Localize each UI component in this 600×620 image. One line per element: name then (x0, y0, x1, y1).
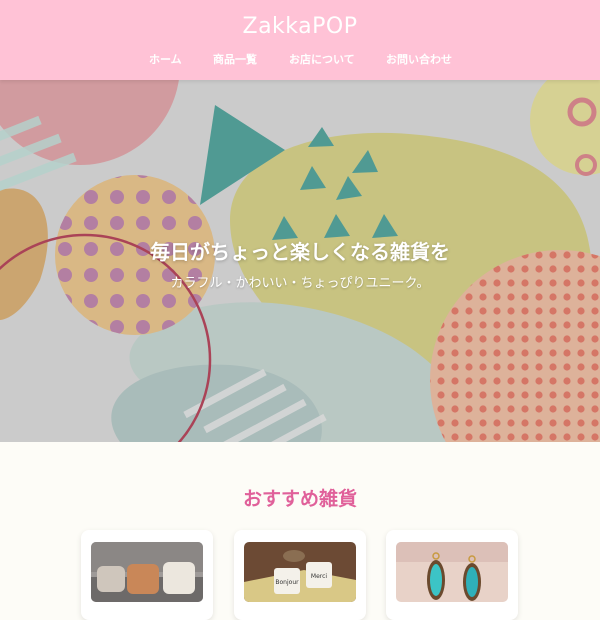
nav-item-about[interactable]: お店について (289, 51, 355, 67)
product-card[interactable] (81, 530, 213, 620)
mug-text-left: Bonjour (275, 579, 299, 586)
site-title[interactable]: ZakkaPOP (0, 14, 600, 39)
site-header: ZakkaPOP ホーム 商品一覧 お店について お問い合わせ (0, 0, 600, 80)
product-image-earrings (396, 542, 508, 602)
hero-title: 毎日がちょっと楽しくなる雑貨を (150, 240, 450, 264)
product-image-cushions (91, 542, 203, 602)
nav-item-home[interactable]: ホーム (149, 51, 182, 67)
product-card[interactable] (386, 530, 518, 620)
mug-text-right: Merci (311, 573, 328, 580)
hero-banner: 毎日がちょっと楽しくなる雑貨を カラフル・かわいい・ちょっぴりユニーク。 (0, 80, 600, 442)
hero-subtitle: カラフル・かわいい・ちょっぴりユニーク。 (170, 276, 430, 291)
product-card[interactable]: Bonjour Merci (234, 530, 366, 620)
product-image-mugs: Bonjour Merci (244, 542, 356, 602)
nav-item-products[interactable]: 商品一覧 (213, 51, 257, 67)
featured-heading: おすすめ雑貨 (242, 488, 357, 510)
main-nav: ホーム 商品一覧 お店について お問い合わせ (0, 51, 600, 67)
nav-item-contact[interactable]: お問い合わせ (386, 51, 452, 67)
